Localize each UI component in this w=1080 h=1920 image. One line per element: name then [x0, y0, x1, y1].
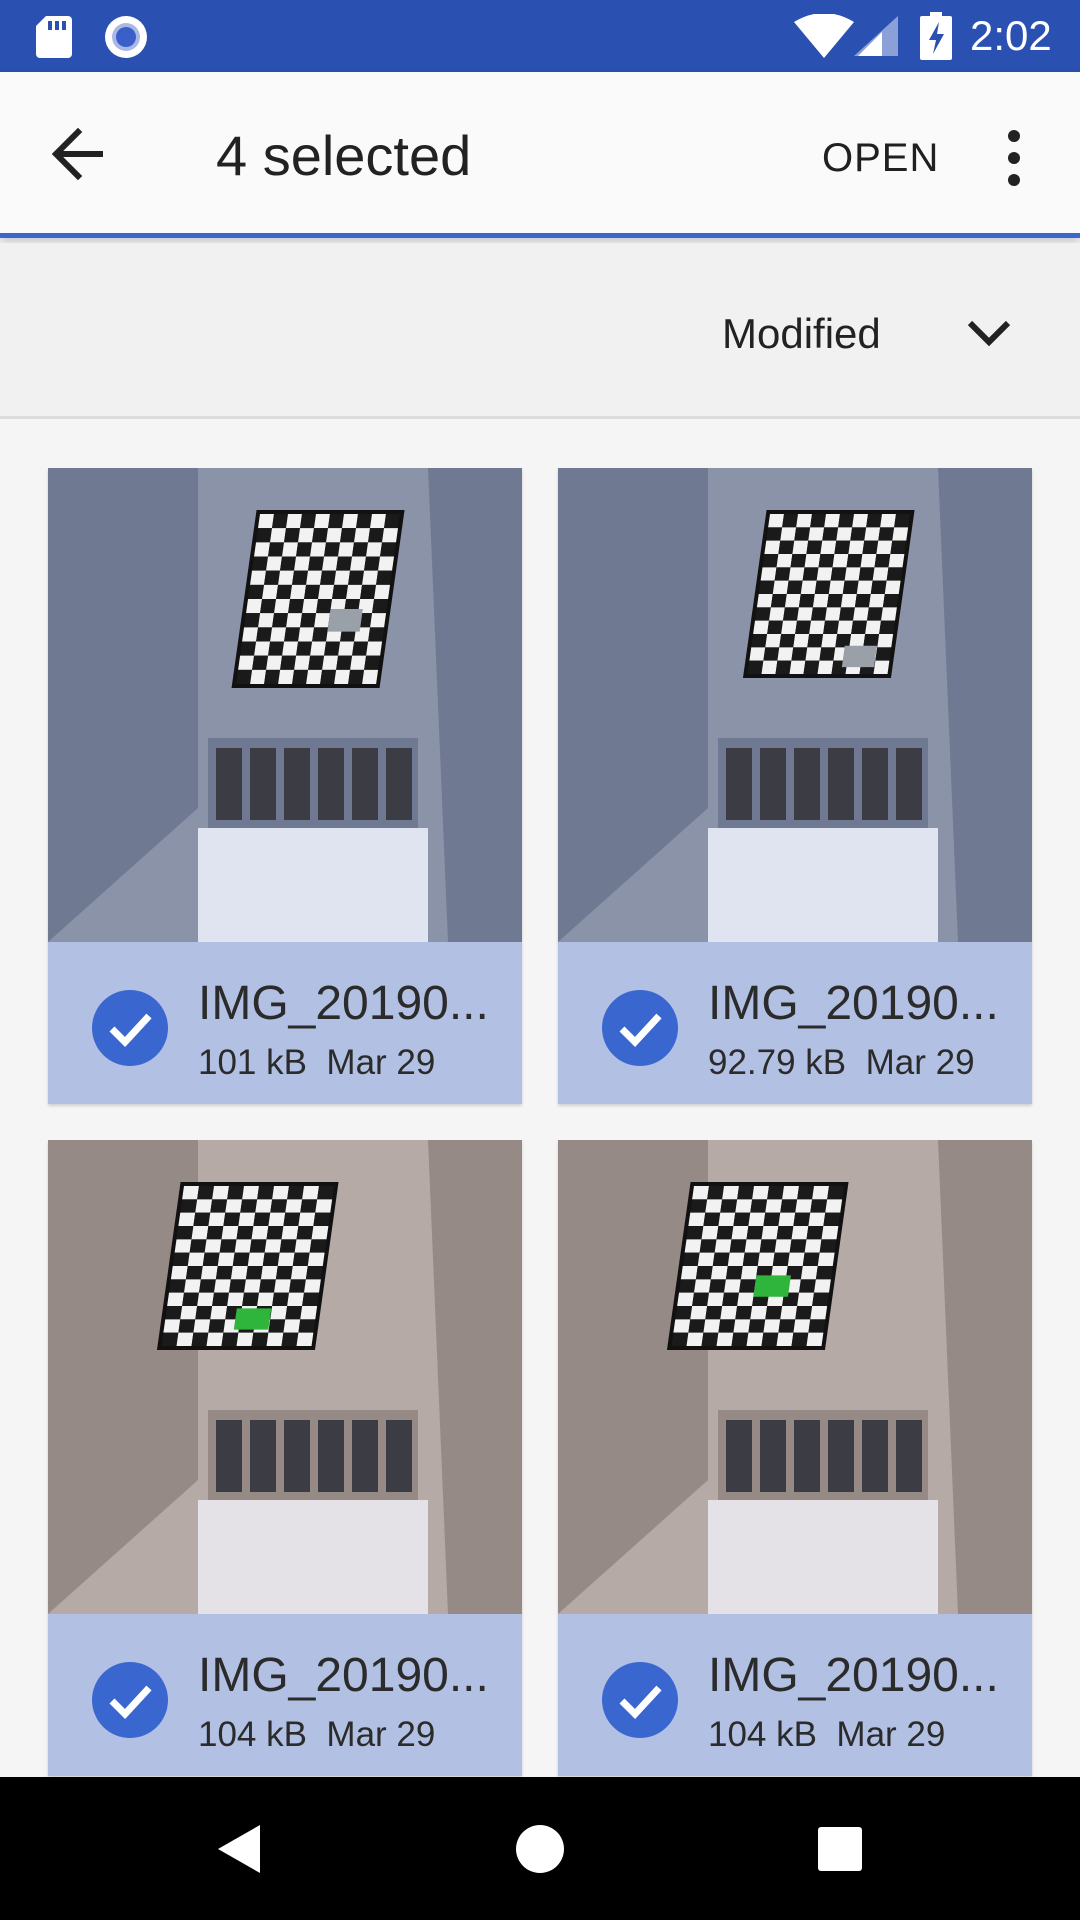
image-thumbnail	[558, 468, 1032, 942]
shelf-slot	[828, 1420, 854, 1492]
shelf-slot	[284, 748, 310, 820]
file-date: Mar 29	[836, 1715, 946, 1754]
photo-thumbnail	[48, 1140, 522, 1614]
file-meta: 104 kB Mar 29	[198, 1714, 435, 1756]
file-card[interactable]: IMG_20190... 104 kB Mar 29	[48, 1140, 522, 1776]
nav-home-icon[interactable]	[510, 1819, 570, 1879]
window	[198, 1500, 428, 1614]
window	[198, 828, 428, 942]
shelf-slot	[318, 748, 344, 820]
shelf-slot	[352, 748, 378, 820]
status-time: 2:02	[970, 12, 1052, 59]
file-size: 104 kB	[198, 1715, 307, 1754]
image-thumbnail	[48, 1140, 522, 1614]
sort-bar: Modified	[0, 243, 1080, 419]
window	[708, 828, 938, 942]
battery-charging-icon	[920, 12, 952, 60]
shelf-slot	[284, 1420, 310, 1492]
file-card[interactable]: IMG_20190... 92.79 kB Mar 29	[558, 468, 1032, 1104]
check-circle-icon[interactable]	[92, 1662, 168, 1738]
file-size: 104 kB	[708, 1715, 817, 1754]
checkerboard	[742, 510, 915, 678]
file-meta: 92.79 kB Mar 29	[708, 1042, 975, 1084]
checkerboard	[231, 510, 405, 688]
shelf-slot	[216, 1420, 242, 1492]
check-circle-icon[interactable]	[602, 990, 678, 1066]
shelf-slot	[386, 748, 412, 820]
chevron-down-icon[interactable]	[962, 313, 1016, 353]
shelf-slot	[896, 1420, 922, 1492]
marker-patch	[841, 645, 878, 668]
wifi-icon	[794, 14, 854, 58]
marker-patch	[327, 609, 363, 632]
file-size: 101 kB	[198, 1043, 307, 1082]
marker-patch	[233, 1308, 272, 1330]
check-circle-icon[interactable]	[92, 990, 168, 1066]
nav-back-icon[interactable]	[210, 1819, 270, 1879]
image-thumbnail	[48, 468, 522, 942]
shelf-slot	[862, 748, 888, 820]
photo-thumbnail	[558, 468, 1032, 942]
shelf-slot	[250, 748, 276, 820]
shelf-slot	[216, 748, 242, 820]
more-options-icon[interactable]	[986, 126, 1042, 190]
open-button[interactable]: OPEN	[822, 134, 939, 182]
image-thumbnail	[558, 1140, 1032, 1614]
checkerboard	[156, 1182, 339, 1350]
file-size: 92.79 kB	[708, 1043, 847, 1082]
shelf-slot	[352, 1420, 378, 1492]
cell-signal-icon	[854, 16, 898, 56]
system-nav-bar	[0, 1777, 1080, 1920]
file-grid: IMG_20190... 101 kB Mar 29 IMG_20190... …	[0, 422, 1080, 1777]
checkerboard	[666, 1182, 849, 1350]
shelf-slot	[726, 1420, 752, 1492]
file-name: IMG_20190...	[708, 1649, 999, 1702]
photo-thumbnail	[48, 468, 522, 942]
shelf-slot	[760, 748, 786, 820]
shelf-slot	[794, 748, 820, 820]
window	[708, 1500, 938, 1614]
sd-card-icon	[36, 16, 72, 58]
file-name: IMG_20190...	[198, 1649, 489, 1702]
file-name: IMG_20190...	[198, 977, 489, 1030]
file-card[interactable]: IMG_20190... 101 kB Mar 29	[48, 468, 522, 1104]
shelf-slot	[760, 1420, 786, 1492]
shelf-slot	[828, 748, 854, 820]
file-card[interactable]: IMG_20190... 104 kB Mar 29	[558, 1140, 1032, 1776]
photo-thumbnail	[558, 1140, 1032, 1614]
marker-patch	[753, 1275, 791, 1297]
selection-toolbar: 4 selected OPEN	[0, 72, 1080, 238]
shelf-slot	[862, 1420, 888, 1492]
shelf-slot	[794, 1420, 820, 1492]
file-date: Mar 29	[326, 1043, 436, 1082]
shelf-slot	[250, 1420, 276, 1492]
back-arrow-icon[interactable]	[44, 122, 112, 186]
file-name: IMG_20190...	[708, 977, 999, 1030]
status-bar: 2:02	[0, 0, 1080, 72]
file-meta: 101 kB Mar 29	[198, 1042, 435, 1084]
file-date: Mar 29	[326, 1715, 436, 1754]
nav-recents-icon[interactable]	[810, 1819, 870, 1879]
shelf-slot	[896, 748, 922, 820]
page-title: 4 selected	[216, 124, 472, 187]
shelf-slot	[726, 748, 752, 820]
circle-notification-icon	[105, 16, 147, 58]
shelf-slot	[386, 1420, 412, 1492]
check-circle-icon[interactable]	[602, 1662, 678, 1738]
file-meta: 104 kB Mar 29	[708, 1714, 945, 1756]
file-date: Mar 29	[865, 1043, 975, 1082]
shelf-slot	[318, 1420, 344, 1492]
sort-dropdown[interactable]: Modified	[722, 309, 881, 359]
